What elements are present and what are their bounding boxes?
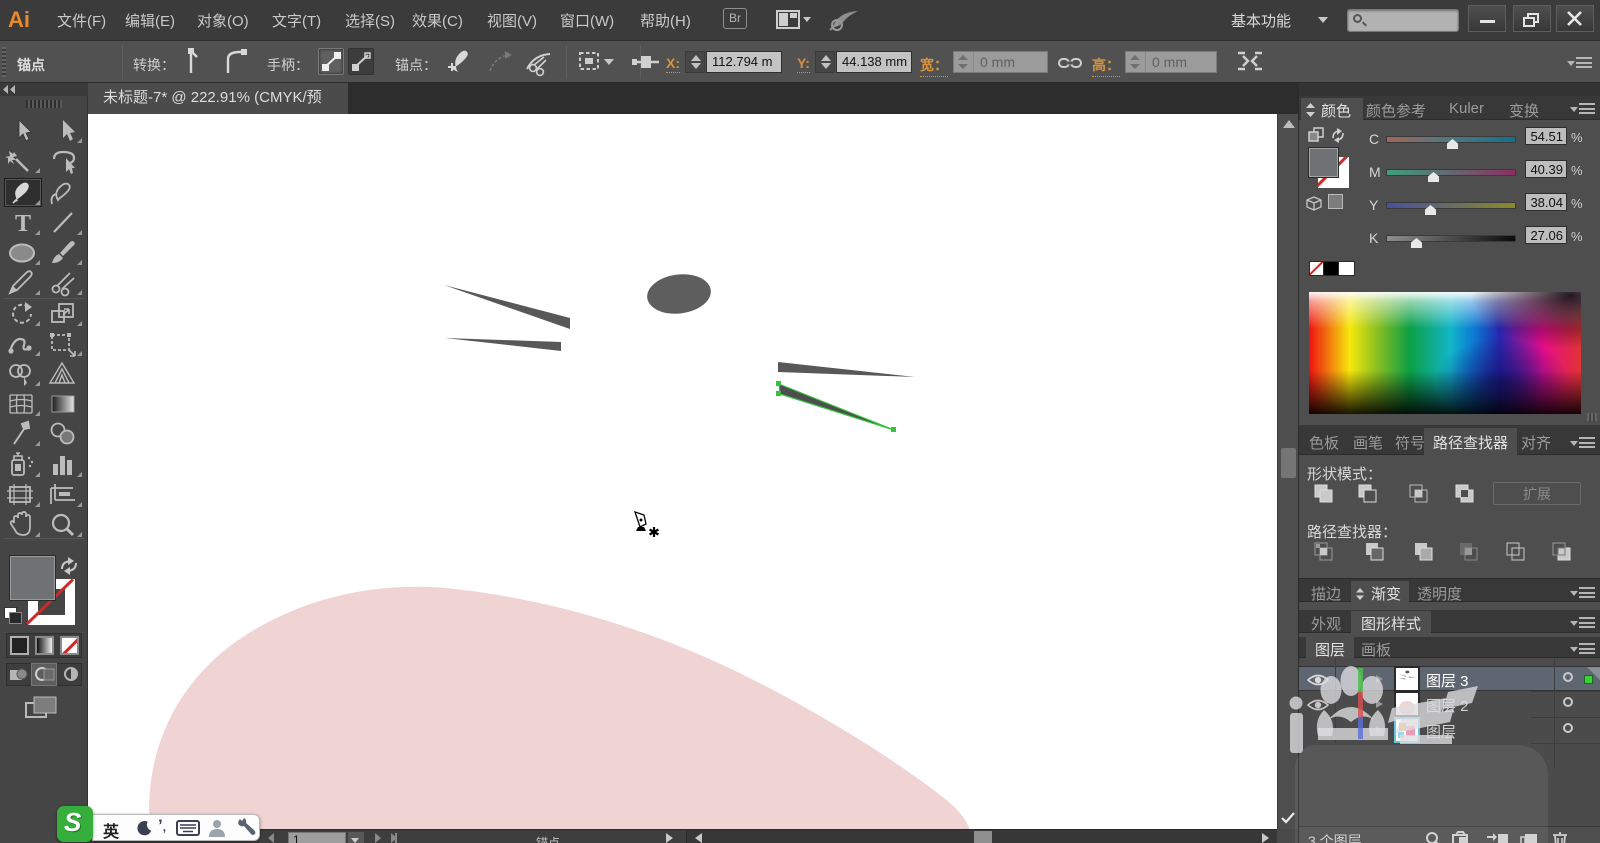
svg-text:T: T xyxy=(15,211,31,237)
